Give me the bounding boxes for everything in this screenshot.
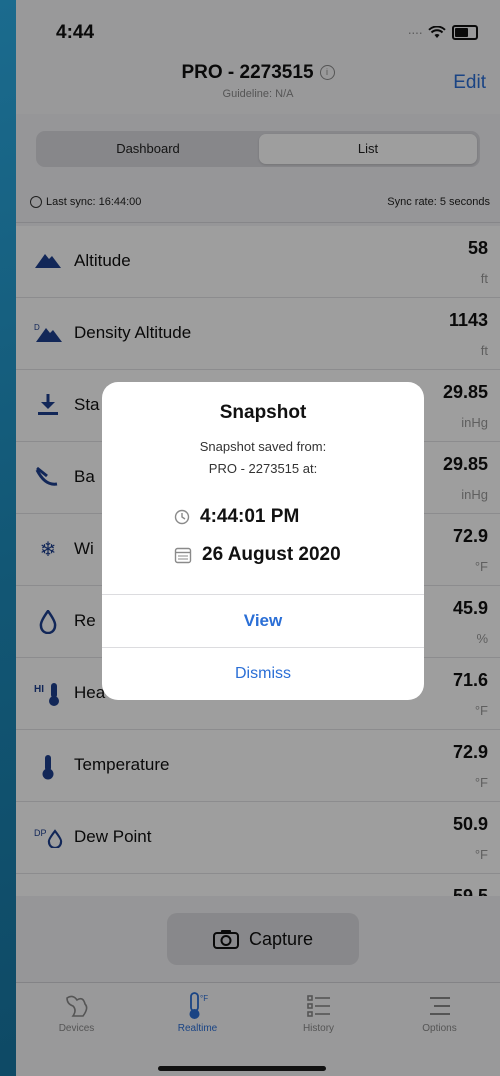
snapshot-time: 4:44:01 PM: [200, 506, 300, 527]
snapshot-time-row: 4:44:01 PM: [174, 506, 299, 528]
view-button[interactable]: View: [102, 595, 424, 647]
clock-icon: [174, 509, 190, 525]
snapshot-date: 26 August 2020: [202, 544, 341, 565]
calendar-icon: [174, 547, 192, 564]
phone-screen: 4:44 ···· PRO - 2273515 i Guideline: N/A …: [16, 0, 500, 1076]
dialog-message-line1: Snapshot saved from:: [199, 439, 327, 454]
home-indicator: [158, 1066, 326, 1071]
snapshot-date-row: 26 August 2020: [174, 544, 341, 566]
dialog-message-line2: PRO - 2273515 at:: [208, 461, 318, 476]
dialog-title: Snapshot: [219, 402, 307, 423]
snapshot-dialog: Snapshot Snapshot saved from: PRO - 2273…: [102, 382, 424, 700]
dismiss-button[interactable]: Dismiss: [102, 648, 424, 700]
dialog-message: Snapshot saved from: PRO - 2273515 at:: [102, 436, 424, 480]
